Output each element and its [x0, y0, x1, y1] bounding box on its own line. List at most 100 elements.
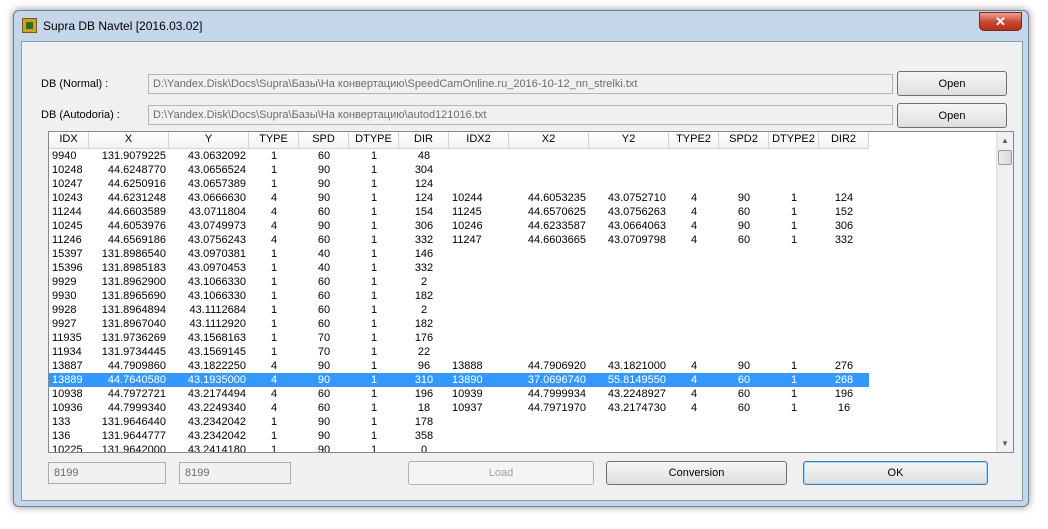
cell-idx: 136	[52, 430, 71, 442]
column-header-type2[interactable]: TYPE2	[669, 132, 719, 148]
scroll-thumb[interactable]	[998, 150, 1012, 165]
cell-dtype2	[769, 303, 819, 317]
column-header-y2[interactable]: Y2	[589, 132, 669, 148]
table-row[interactable]: 10936 44.7999340 43.2249340 4 60 1 18 10937 44.7…	[49, 401, 869, 415]
table-row[interactable]: 136 131.9644777 43.2342042 1 90 1 358	[49, 429, 869, 443]
cell-spd: 90	[317, 220, 331, 232]
column-header-y[interactable]: Y	[169, 132, 249, 148]
cell-idx: 11935	[52, 332, 82, 344]
table-row[interactable]: 11934 131.9734445 43.1569145 1 70 1 22	[49, 345, 869, 359]
column-header-dir[interactable]: DIR	[399, 132, 449, 148]
open-autodoria-button[interactable]: Open	[897, 103, 1007, 128]
table-row[interactable]: 10247 44.6250916 43.0657389 1 90 1 124	[49, 177, 869, 191]
cell-dir2: 16	[837, 402, 851, 414]
table-row[interactable]: 10243 44.6231248 43.0666630 4 90 1 124 10244 44.…	[49, 191, 869, 205]
cell-idx2	[449, 443, 509, 452]
cell-idx2	[449, 177, 509, 191]
table-row[interactable]: 10225 131.9642000 43.2414180 1 90 1 0	[49, 443, 869, 452]
cell-type: 1	[270, 290, 278, 302]
cell-y: 43.1822250	[187, 360, 246, 372]
db-normal-path-field[interactable]: D:\Yandex.Disk\Docs\Supra\Базы\На конвер…	[148, 74, 893, 94]
table-row[interactable]: 15396 131.8985183 43.0970453 1 40 1 332	[49, 261, 869, 275]
vertical-scrollbar[interactable]: ▲ ▼	[996, 132, 1013, 452]
cell-type2	[669, 177, 719, 191]
cell-idx2	[449, 149, 509, 163]
table-row[interactable]: 9940 131.9079225 43.0632092 1 60 1 48	[49, 149, 869, 163]
table-row[interactable]: 9930 131.8965690 43.1066330 1 60 1 182	[49, 289, 869, 303]
scroll-up-icon[interactable]: ▲	[997, 132, 1013, 149]
cell-type2	[669, 443, 719, 452]
title-bar[interactable]: Supra DB Navtel [2016.03.02] ✕	[14, 11, 1028, 41]
column-header-x[interactable]: X	[89, 132, 169, 148]
cell-dtype2	[769, 149, 819, 163]
cell-type: 4	[270, 192, 278, 204]
cell-y2	[589, 177, 669, 191]
column-header-dtype2[interactable]: DTYPE2	[769, 132, 819, 148]
ok-button[interactable]: OK	[803, 461, 988, 485]
cell-dtype: 1	[370, 402, 378, 414]
cell-spd: 90	[317, 374, 331, 386]
column-header-type[interactable]: TYPE	[249, 132, 299, 148]
close-button[interactable]: ✕	[979, 12, 1022, 31]
cell-dir: 182	[414, 290, 434, 302]
column-header-dir2[interactable]: DIR2	[819, 132, 869, 148]
cell-x: 131.9644777	[101, 430, 166, 442]
cell-type2	[669, 331, 719, 345]
table-row[interactable]: 9928 131.8964894 43.1112684 1 60 1 2	[49, 303, 869, 317]
cell-spd: 70	[317, 332, 331, 344]
cell-y: 43.0666630	[187, 192, 246, 204]
cell-y2: 43.1821000	[607, 360, 666, 372]
cell-x2	[509, 289, 589, 303]
table-row[interactable]: 11244 44.6603589 43.0711804 4 60 1 154 11245 44.…	[49, 205, 869, 219]
cell-idx: 9929	[52, 276, 77, 288]
cell-dtype2	[769, 345, 819, 359]
cell-spd2	[719, 429, 769, 443]
cell-dir2	[819, 247, 869, 261]
app-icon	[22, 18, 37, 33]
table-row[interactable]: 10248 44.6248770 43.0656524 1 90 1 304	[49, 163, 869, 177]
cell-dtype2	[769, 443, 819, 452]
cell-y: 43.0711804	[188, 206, 246, 218]
cell-dtype: 1	[370, 346, 378, 358]
column-header-idx[interactable]: IDX	[49, 132, 89, 148]
table-row[interactable]: 133 131.9646440 43.2342042 1 90 1 178	[49, 415, 869, 429]
table-row[interactable]: 13887 44.7909860 43.1822250 4 90 1 96 13888 44.7…	[49, 359, 869, 373]
table-row[interactable]: 10245 44.6053976 43.0749973 4 90 1 306 10246 44.…	[49, 219, 869, 233]
cell-x: 44.6250916	[107, 178, 166, 190]
cell-dtype2	[769, 275, 819, 289]
autodoria-count-field: 8199	[179, 462, 291, 484]
cell-spd: 60	[317, 290, 331, 302]
column-header-spd2[interactable]: SPD2	[719, 132, 769, 148]
cell-dtype2: 1	[790, 360, 798, 372]
load-button[interactable]: Load	[408, 461, 594, 485]
table-row[interactable]: 11246 44.6569186 43.0756243 4 60 1 332 11247 44.…	[49, 233, 869, 247]
column-header-x2[interactable]: X2	[509, 132, 589, 148]
db-autodoria-path-field[interactable]: D:\Yandex.Disk\Docs\Supra\Базы\На конвер…	[148, 105, 893, 125]
cell-dir: 332	[414, 234, 434, 246]
cell-x: 131.9734445	[101, 346, 166, 358]
table-row[interactable]: 10938 44.7972721 43.2174494 4 60 1 196 10939 44.…	[49, 387, 869, 401]
table-row-selected[interactable]: 13889 44.7640580 43.1935000 4 90 1 310 13890 37.…	[49, 373, 869, 387]
column-header-spd[interactable]: SPD	[299, 132, 349, 148]
table-row[interactable]: 15397 131.8986540 43.0970381 1 40 1 146	[49, 247, 869, 261]
cell-dir2	[819, 317, 869, 331]
cell-dtype: 1	[370, 206, 378, 218]
table-row[interactable]: 11935 131.9736269 43.1568163 1 70 1 176	[49, 331, 869, 345]
cell-x: 131.8965690	[101, 290, 166, 302]
column-header-idx2[interactable]: IDX2	[449, 132, 509, 148]
cell-dir: 306	[414, 220, 434, 232]
scroll-down-icon[interactable]: ▼	[997, 435, 1013, 452]
cell-dtype: 1	[370, 360, 378, 372]
table-row[interactable]: 9927 131.8967040 43.1112920 1 60 1 182	[49, 317, 869, 331]
cell-idx: 11246	[52, 234, 82, 246]
cell-spd2: 60	[737, 388, 751, 400]
conversion-button[interactable]: Conversion	[606, 461, 787, 485]
table-row[interactable]: 9929 131.8962900 43.1066330 1 60 1 2	[49, 275, 869, 289]
column-header-dtype[interactable]: DTYPE	[349, 132, 399, 148]
cell-dtype2: 1	[790, 192, 798, 204]
cell-type: 4	[270, 234, 278, 246]
cell-type: 1	[270, 276, 278, 288]
data-grid[interactable]: IDX X Y TYPE SPD DTYPE DIR IDX2 X2 Y2 TYPE2 SPD2 DTY…	[48, 131, 1014, 453]
cell-spd2	[719, 261, 769, 275]
open-normal-button[interactable]: Open	[897, 71, 1007, 96]
